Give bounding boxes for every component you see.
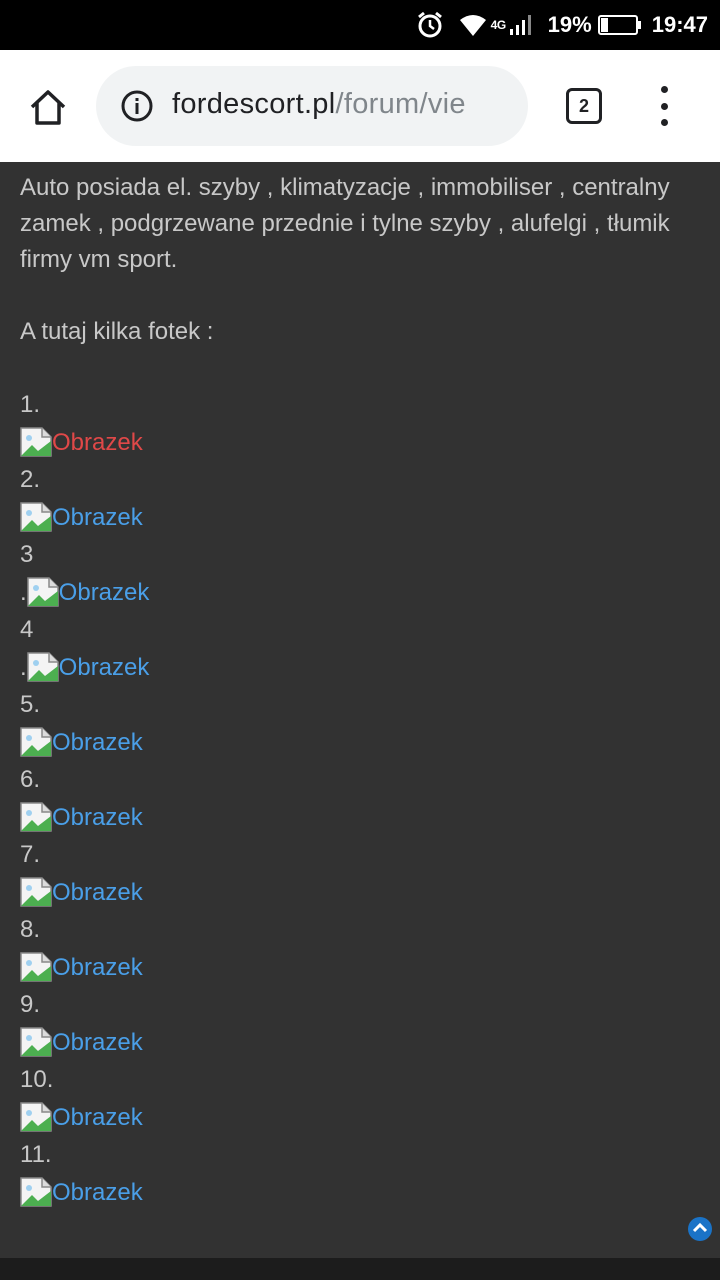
photo-item: Obrazek (20, 1174, 700, 1212)
image-link[interactable]: Obrazek (52, 424, 143, 462)
image-link[interactable]: Obrazek (52, 1099, 143, 1137)
photo-item: Obrazek (20, 1099, 700, 1137)
post-paragraph-photos-intro: A tutaj kilka fotek : (20, 318, 214, 345)
photo-item-prefix: . (20, 578, 27, 606)
url-bar[interactable]: fordescort.pl/forum/vie (96, 66, 528, 146)
broken-image-icon[interactable] (20, 877, 52, 907)
bottom-bar (0, 1258, 720, 1280)
photo-item: Obrazek (20, 874, 700, 912)
photo-item-number: 6. (20, 766, 41, 793)
photo-item-number: 5. (20, 691, 41, 718)
clock: 19:47 (651, 12, 708, 37)
photo-item: Obrazek (20, 424, 700, 462)
photo-item-number: 4 (20, 616, 34, 643)
forum-post-content: Auto posiada el. szyby , klimatyzacje , … (20, 170, 700, 1211)
image-link[interactable]: Obrazek (52, 1024, 143, 1062)
image-link[interactable]: Obrazek (59, 649, 150, 687)
network-type: 4G (490, 18, 507, 32)
url-domain: fordescort.pl (172, 88, 336, 120)
url-text: fordescort.pl/forum/vie (172, 88, 466, 121)
broken-image-icon[interactable] (20, 1102, 52, 1132)
photo-item: Obrazek (20, 1024, 700, 1062)
image-link[interactable]: Obrazek (52, 724, 143, 762)
photo-item: . Obrazek (20, 574, 700, 612)
battery-percentage: 19% (547, 12, 592, 37)
photo-item-number: 3 (20, 541, 34, 568)
image-link[interactable]: Obrazek (59, 574, 150, 612)
photo-item: Obrazek (20, 499, 700, 537)
image-link[interactable]: Obrazek (52, 949, 143, 987)
broken-image-icon[interactable] (20, 1027, 52, 1057)
broken-image-icon[interactable] (20, 727, 52, 757)
photo-item: . Obrazek (20, 649, 700, 687)
broken-image-icon[interactable] (20, 802, 52, 832)
photo-item-number: 1. (20, 391, 41, 418)
image-link[interactable]: Obrazek (52, 1174, 143, 1212)
broken-image-icon[interactable] (20, 1177, 52, 1207)
photo-item-prefix: . (20, 653, 27, 681)
image-link[interactable]: Obrazek (52, 874, 143, 912)
browser-toolbar: fordescort.pl/forum/vie 2 (0, 50, 720, 162)
wifi-icon (459, 15, 486, 36)
photo-item-number: 10. (20, 1066, 54, 1093)
menu-dot-icon (660, 102, 668, 110)
photo-item-number: 8. (20, 916, 41, 943)
status-bar: 4G 19% 19:47 (0, 0, 720, 50)
photo-item: Obrazek (20, 724, 700, 762)
home-icon (30, 90, 66, 125)
home-button[interactable] (20, 84, 76, 130)
menu-dot-icon (660, 86, 668, 93)
broken-image-icon[interactable] (26, 652, 59, 682)
battery-icon (597, 15, 641, 35)
broken-image-icon[interactable] (20, 502, 52, 532)
more-menu-button[interactable] (650, 86, 678, 126)
tab-switcher-button[interactable]: 2 (566, 88, 602, 124)
broken-image-icon[interactable] (20, 427, 52, 457)
post-paragraph: Auto posiada el. szyby , klimatyzacje , … (20, 174, 670, 273)
photo-item-number: 7. (20, 841, 41, 868)
photo-item: Obrazek (20, 949, 700, 987)
url-path: /forum/vie (335, 88, 466, 120)
photo-item-number: 2. (20, 466, 41, 493)
photo-item: Obrazek (20, 799, 700, 837)
alarm-icon (417, 11, 442, 38)
info-icon[interactable] (120, 89, 154, 123)
signal-icon (509, 15, 531, 35)
broken-image-icon[interactable] (20, 952, 52, 982)
broken-image-icon[interactable] (26, 577, 59, 607)
photo-item-number: 11. (20, 1141, 52, 1168)
photo-item-number: 9. (20, 991, 41, 1018)
photo-list: 1. Obrazek 2. Obrazek 3. Obrazek 4. Obrazek 5. Ob… (20, 386, 700, 1211)
scroll-to-top-icon[interactable] (687, 1216, 713, 1242)
image-link[interactable]: Obrazek (52, 499, 143, 537)
menu-dot-icon (660, 119, 668, 126)
image-link[interactable]: Obrazek (52, 799, 143, 837)
